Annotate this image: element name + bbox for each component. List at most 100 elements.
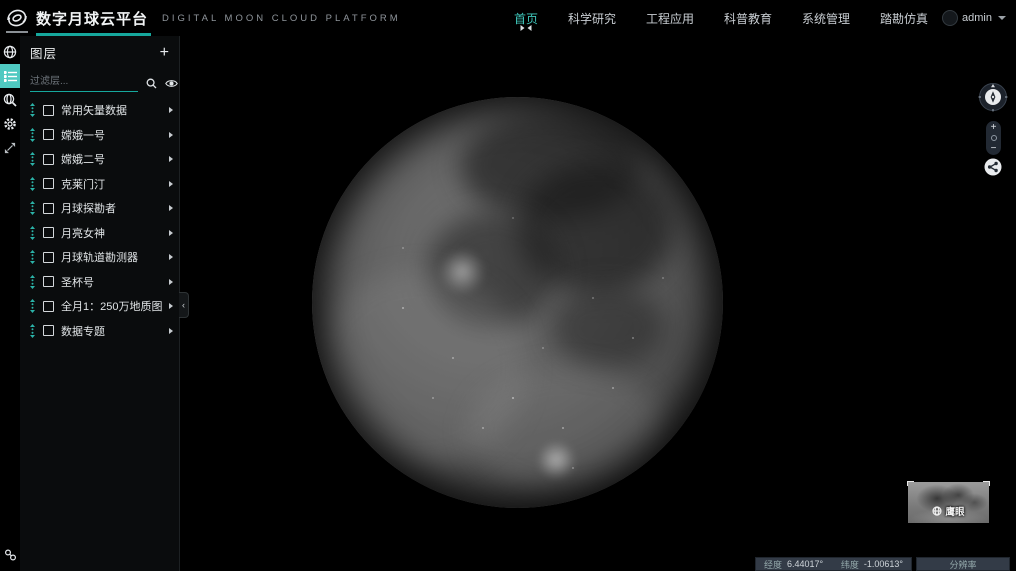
layer-item[interactable]: 圣杯号 xyxy=(20,270,179,295)
zoom-reset-button[interactable] xyxy=(991,135,997,141)
layer-checkbox[interactable] xyxy=(43,154,54,165)
layer-label: 克莱门汀 xyxy=(61,176,105,192)
layer-item[interactable]: 常用矢量数据 xyxy=(20,98,179,123)
chevron-right-icon[interactable] xyxy=(169,328,173,334)
layer-checkbox[interactable] xyxy=(43,325,54,336)
app-header: 数字月球云平台 DIGITAL MOON CLOUD PLATFORM 首页 科… xyxy=(0,0,1016,36)
layer-checkbox[interactable] xyxy=(43,276,54,287)
settings-gear-icon[interactable] xyxy=(0,112,20,136)
chevron-right-icon[interactable] xyxy=(169,205,173,211)
overview-minimap[interactable]: 鹰眼 xyxy=(908,482,989,523)
nav-item-engineering[interactable]: 工程应用 xyxy=(646,10,694,27)
compass-control[interactable] xyxy=(978,82,1008,112)
minimap-corner xyxy=(907,481,914,486)
longitude-value: 6.44017° xyxy=(787,559,823,569)
add-layer-button[interactable]: + xyxy=(160,47,169,59)
chevron-right-icon[interactable] xyxy=(169,230,173,236)
chevron-right-icon[interactable] xyxy=(169,132,173,138)
layer-label: 月亮女神 xyxy=(61,225,105,241)
layer-checkbox[interactable] xyxy=(43,105,54,116)
layer-checkbox[interactable] xyxy=(43,129,54,140)
panel-collapse-button[interactable]: ‹ xyxy=(179,292,189,318)
layer-checkbox[interactable] xyxy=(43,301,54,312)
layer-item[interactable]: 全月1：250万地质图 xyxy=(20,294,179,319)
layer-label: 全月1：250万地质图 xyxy=(61,298,162,314)
drag-handle-icon[interactable] xyxy=(29,103,38,117)
search-globe-icon[interactable] xyxy=(0,88,20,112)
layer-label: 月球轨道勘测器 xyxy=(61,249,138,265)
nav-item-education[interactable]: 科普教育 xyxy=(724,10,772,27)
layer-label: 数据专题 xyxy=(61,323,105,339)
layer-label: 月球探勘者 xyxy=(61,200,116,216)
layer-panel-title: 图层 xyxy=(30,43,57,62)
chevron-right-icon[interactable] xyxy=(169,303,173,309)
nav-item-science[interactable]: 科学研究 xyxy=(568,10,616,27)
layer-item[interactable]: 克莱门汀 xyxy=(20,172,179,197)
chevron-right-icon[interactable] xyxy=(169,181,173,187)
user-name: admin xyxy=(962,12,992,24)
latitude-label: 纬度 xyxy=(841,558,859,571)
layer-filter-input[interactable] xyxy=(30,74,138,92)
drag-handle-icon[interactable] xyxy=(29,299,38,313)
layer-label: 圣杯号 xyxy=(61,274,94,290)
layer-item[interactable]: 月球轨道勘测器 xyxy=(20,245,179,270)
latitude-value: -1.00613° xyxy=(864,559,903,569)
app-logo xyxy=(0,0,34,36)
search-icon[interactable] xyxy=(146,78,157,89)
zoom-control: + − xyxy=(986,121,1001,155)
coordinates-readout: 经度 6.44017° 纬度 -1.00613° xyxy=(755,557,912,571)
page-subtitle: DIGITAL MOON CLOUD PLATFORM xyxy=(162,13,401,24)
zoom-out-button[interactable]: − xyxy=(991,144,997,153)
chevron-down-icon xyxy=(998,16,1006,20)
title-underline xyxy=(36,33,151,36)
avatar[interactable] xyxy=(942,10,958,26)
layer-checkbox[interactable] xyxy=(43,252,54,263)
main-nav: 首页 科学研究 工程应用 科普教育 系统管理 踏勘仿真 admin xyxy=(514,10,1016,27)
globe-icon[interactable] xyxy=(0,40,20,64)
left-toolbar xyxy=(0,36,20,571)
moon-globe-view[interactable] xyxy=(312,97,723,508)
chevron-right-icon[interactable] xyxy=(169,156,173,162)
chevron-right-icon[interactable] xyxy=(169,107,173,113)
chevron-right-icon[interactable] xyxy=(169,279,173,285)
drag-handle-icon[interactable] xyxy=(29,250,38,264)
layer-item[interactable]: 月球探勘者 xyxy=(20,196,179,221)
swirl-logo-icon xyxy=(5,6,29,30)
share-button[interactable] xyxy=(984,158,1002,176)
drag-handle-icon[interactable] xyxy=(29,177,38,191)
minimap-corner xyxy=(983,481,990,486)
layer-item[interactable]: 月亮女神 xyxy=(20,221,179,246)
resolution-label: 分辨率 xyxy=(949,558,976,571)
layer-label: 常用矢量数据 xyxy=(61,102,127,118)
resolution-readout: 分辨率 xyxy=(916,557,1010,571)
active-tab-marks xyxy=(520,25,531,31)
layers-list-icon[interactable] xyxy=(0,64,20,88)
expand-icon[interactable] xyxy=(0,136,20,160)
layer-item[interactable]: 数据专题 xyxy=(20,319,179,344)
user-menu[interactable]: admin xyxy=(942,10,1006,26)
layer-list: 常用矢量数据 嫦娥一号 嫦娥二号 xyxy=(20,98,179,343)
layer-checkbox[interactable] xyxy=(43,227,54,238)
layer-panel: 图层 + 常用矢量 xyxy=(20,36,180,571)
layer-checkbox[interactable] xyxy=(43,178,54,189)
nav-item-system[interactable]: 系统管理 xyxy=(802,10,850,27)
drag-handle-icon[interactable] xyxy=(29,226,38,240)
layer-checkbox[interactable] xyxy=(43,203,54,214)
globe-icon xyxy=(932,506,942,516)
chevron-right-icon[interactable] xyxy=(169,254,173,260)
layer-item[interactable]: 嫦娥一号 xyxy=(20,123,179,148)
longitude-label: 经度 xyxy=(764,558,782,571)
drag-handle-icon[interactable] xyxy=(29,275,38,289)
nav-item-home[interactable]: 首页 xyxy=(514,10,538,27)
drag-handle-icon[interactable] xyxy=(29,152,38,166)
eye-icon[interactable] xyxy=(165,79,178,88)
nav-item-survey-sim[interactable]: 踏勘仿真 xyxy=(880,10,928,27)
drag-handle-icon[interactable] xyxy=(29,128,38,142)
link-icon[interactable] xyxy=(0,542,20,566)
zoom-in-button[interactable]: + xyxy=(991,123,997,132)
drag-handle-icon[interactable] xyxy=(29,201,38,215)
layer-item[interactable]: 嫦娥二号 xyxy=(20,147,179,172)
layer-label: 嫦娥一号 xyxy=(61,127,105,143)
page-title: 数字月球云平台 xyxy=(34,8,154,29)
drag-handle-icon[interactable] xyxy=(29,324,38,338)
